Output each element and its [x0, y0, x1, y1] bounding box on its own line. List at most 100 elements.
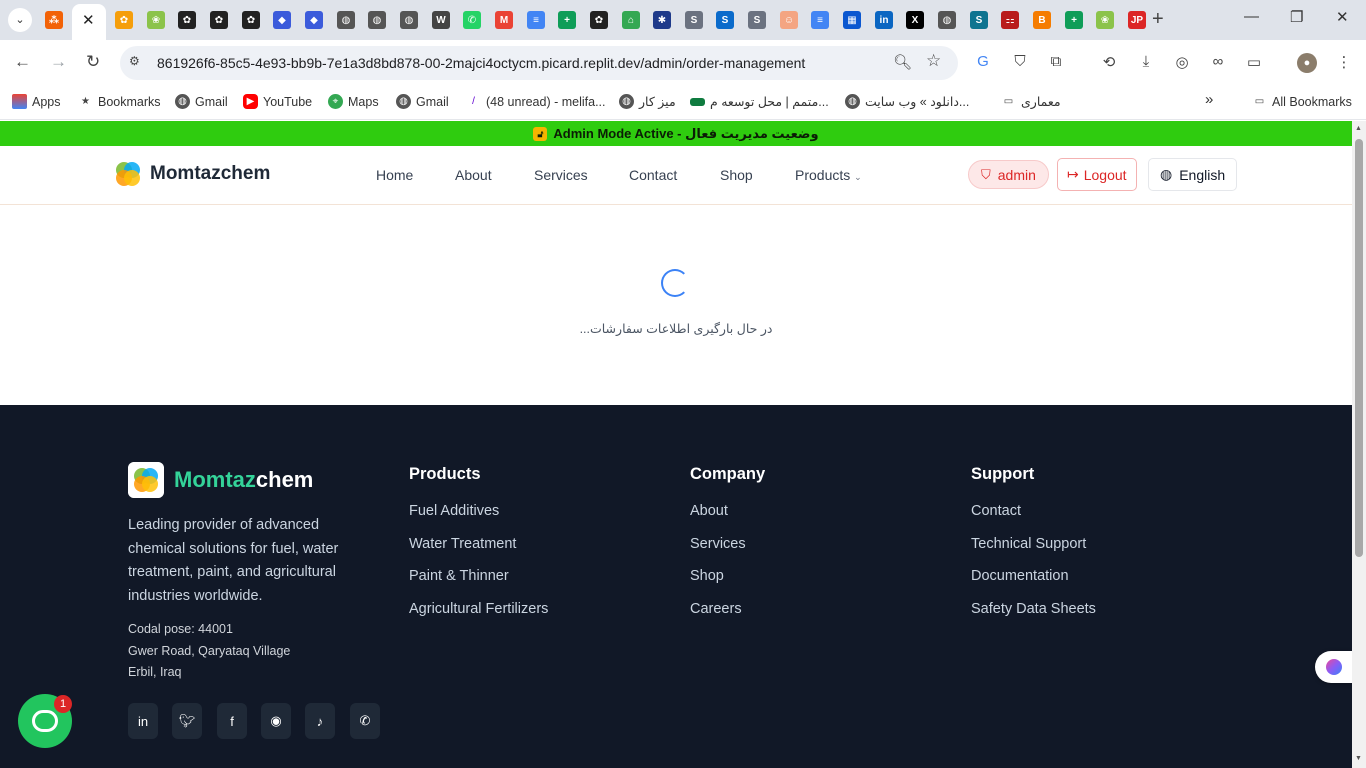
momtazchem-icon[interactable]: ❀: [1096, 11, 1114, 29]
footer-link-services[interactable]: Services: [690, 536, 765, 569]
bookmark-bookmarks[interactable]: ★ Bookmarks: [78, 94, 161, 109]
globe-icon[interactable]: ◍: [337, 11, 355, 29]
home-icon[interactable]: ⌂: [622, 11, 640, 29]
close-window-icon[interactable]: ✕: [1336, 8, 1349, 26]
history-icon[interactable]: ⟲: [1099, 53, 1119, 73]
nav-shop[interactable]: Shop: [720, 167, 753, 183]
bookmark-download-site[interactable]: ◍ دانلود » وب سایت...: [845, 94, 969, 109]
profile-avatar[interactable]: ●: [1297, 53, 1317, 73]
download-icon[interactable]: ⤓: [1136, 53, 1156, 73]
footer-link-safety-data-sheets[interactable]: Safety Data Sheets: [971, 601, 1096, 634]
twitter-icon[interactable]: 🐦︎: [172, 703, 202, 739]
globe-icon[interactable]: ◍: [938, 11, 956, 29]
forward-icon[interactable]: →: [50, 52, 67, 72]
footer-link-documentation[interactable]: Documentation: [971, 568, 1096, 601]
avatar-icon[interactable]: ☺: [780, 11, 798, 29]
whatsapp-icon[interactable]: ✆: [463, 11, 481, 29]
globe-icon[interactable]: ◍: [368, 11, 386, 29]
s-icon[interactable]: S: [970, 11, 988, 29]
site-settings-icon[interactable]: ⚙: [129, 54, 146, 71]
copilot-icon[interactable]: ◆: [273, 11, 291, 29]
logout-button[interactable]: ↦ Logout: [1057, 158, 1137, 191]
linkedin-icon[interactable]: in: [875, 11, 893, 29]
minimize-icon[interactable]: —: [1244, 8, 1259, 25]
bookmark-gmail-1[interactable]: ◍ Gmail: [175, 94, 228, 109]
s-icon[interactable]: S: [748, 11, 766, 29]
s-icon[interactable]: S: [685, 11, 703, 29]
footer-link-contact[interactable]: Contact: [971, 503, 1096, 536]
zoom-icon[interactable]: 🔍︎: [893, 53, 912, 71]
sheets-icon[interactable]: +: [558, 11, 576, 29]
bookmarks-overflow-icon[interactable]: »: [1205, 91, 1213, 108]
bookmark-yahoo-mail[interactable]: / (48 unread) - melifa...: [466, 94, 605, 109]
restore-icon[interactable]: ❐: [1290, 8, 1303, 26]
jpgpng-icon[interactable]: JP: [1128, 11, 1146, 29]
site-logo[interactable]: Momtazchem: [114, 160, 270, 188]
menu-icon[interactable]: ⋮: [1334, 53, 1354, 73]
tab-search-button[interactable]: ⌄: [8, 8, 32, 32]
bookmark-all-bookmarks[interactable]: ▭ All Bookmarks: [1252, 94, 1352, 109]
translate-icon[interactable]: G: [973, 53, 993, 73]
address-bar[interactable]: ⚙ 861926f6-85c5-4e93-bb9b-7e1a3d8bd878-0…: [120, 46, 958, 80]
bookmark-maps[interactable]: ⌖ Maps: [328, 94, 379, 109]
tiktok-icon[interactable]: ♪: [305, 703, 335, 739]
footer-link-water-treatment[interactable]: Water Treatment: [409, 536, 548, 569]
bookmark-desk[interactable]: ◍ میز کار: [619, 94, 676, 109]
blogger-icon[interactable]: B: [1033, 11, 1051, 29]
scrollbar-thumb[interactable]: [1355, 139, 1363, 557]
openai-icon[interactable]: ✿: [242, 11, 260, 29]
admin-badge[interactable]: ⛉ admin: [968, 160, 1049, 189]
shield-extension-icon[interactable]: ⛉: [1010, 53, 1030, 73]
screenshot-icon[interactable]: ◎: [1172, 53, 1192, 73]
docs-icon[interactable]: ≡: [527, 11, 545, 29]
nav-services[interactable]: Services: [534, 167, 588, 183]
side-panel-icon[interactable]: ▭: [1244, 53, 1264, 73]
url-text[interactable]: 861926f6-85c5-4e93-bb9b-7e1a3d8bd878-00-…: [157, 55, 805, 71]
ai-assistant-widget[interactable]: [1315, 651, 1352, 683]
s-icon[interactable]: S: [716, 11, 734, 29]
copilot-icon[interactable]: ◆: [305, 11, 323, 29]
back-icon[interactable]: ←: [14, 52, 31, 72]
footer-link-paint-thinner[interactable]: Paint & Thinner: [409, 568, 548, 601]
bookmark-motamem[interactable]: متمم | محل توسعه م...: [690, 94, 829, 109]
chat-widget-button[interactable]: 1: [18, 694, 72, 748]
facebook-icon[interactable]: f: [217, 703, 247, 739]
scroll-up-icon[interactable]: ▲: [1355, 125, 1362, 132]
link-icon[interactable]: ∞: [1208, 53, 1228, 73]
whatsapp-icon[interactable]: ✆: [350, 703, 380, 739]
active-tab[interactable]: ✕: [72, 4, 106, 40]
language-selector[interactable]: ◍ English: [1148, 158, 1238, 191]
openai-icon[interactable]: ✿: [178, 11, 196, 29]
x-icon[interactable]: X: [906, 11, 924, 29]
scroll-down-icon[interactable]: ▼: [1355, 755, 1362, 762]
gmail-icon[interactable]: M: [495, 11, 513, 29]
openai-icon[interactable]: ✿: [590, 11, 608, 29]
instagram-icon[interactable]: ◉: [261, 703, 291, 739]
bookmark-gmail-2[interactable]: ◍ Gmail: [396, 94, 449, 109]
wikipedia-icon[interactable]: W: [432, 11, 450, 29]
bookmark-apps[interactable]: Apps: [12, 94, 61, 109]
bookmark-star-icon[interactable]: ☆: [926, 51, 941, 71]
page-scrollbar[interactable]: ▲ ▼: [1352, 121, 1366, 768]
footer-logo[interactable]: Momtazchem: [128, 462, 313, 498]
chatgpt-icon[interactable]: ✿: [115, 11, 133, 29]
extensions-icon[interactable]: ⧉: [1046, 53, 1066, 73]
footer-link-agricultural-fertilizers[interactable]: Agricultural Fertilizers: [409, 601, 548, 634]
close-tab-icon[interactable]: ✕: [82, 11, 95, 29]
replit-icon[interactable]: ⁂: [45, 11, 63, 29]
sheets-icon[interactable]: +: [1065, 11, 1083, 29]
footer-link-careers[interactable]: Careers: [690, 601, 765, 634]
new-tab-button[interactable]: +: [1152, 8, 1164, 31]
linkedin-icon[interactable]: in: [128, 703, 158, 739]
nav-home[interactable]: Home: [376, 167, 413, 183]
nav-products[interactable]: Products ⌄: [795, 167, 862, 183]
footer-link-shop[interactable]: Shop: [690, 568, 765, 601]
teams-icon[interactable]: ▦: [843, 11, 861, 29]
asterisk-icon[interactable]: ✱: [653, 11, 671, 29]
pdf-icon[interactable]: ⚏: [1001, 11, 1019, 29]
momtazchem-icon[interactable]: ❀: [147, 11, 165, 29]
globe-icon[interactable]: ◍: [400, 11, 418, 29]
docs-icon[interactable]: ≡: [811, 11, 829, 29]
bookmark-youtube[interactable]: ▶ YouTube: [243, 94, 312, 109]
bookmark-folder-architecture[interactable]: ▭ معماری: [1001, 94, 1061, 109]
